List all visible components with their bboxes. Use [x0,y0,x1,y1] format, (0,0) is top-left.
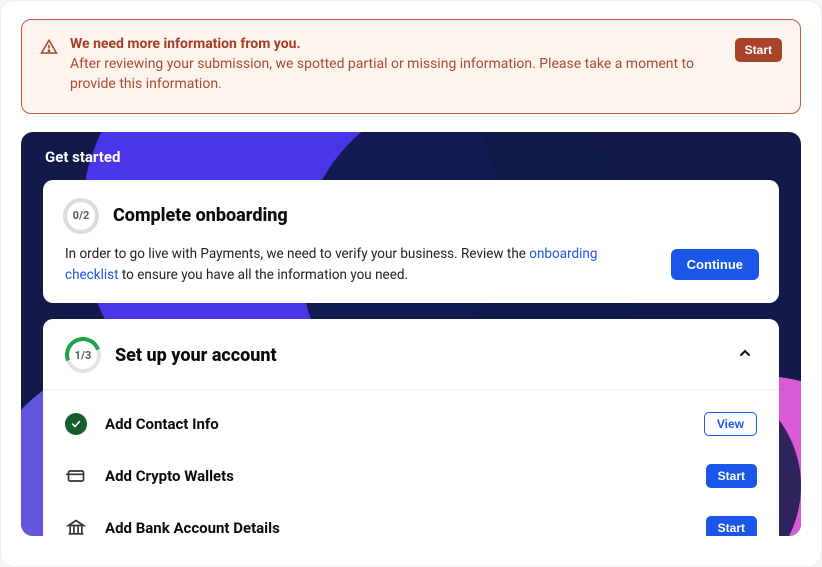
card-icon [65,465,87,487]
view-button[interactable]: View [704,412,757,436]
setup-card-header: 1/3 Set up your account [43,319,779,390]
onboarding-card-header: 0/2 Complete onboarding [63,198,759,234]
onboarding-card: 0/2 Complete onboarding In order to go l… [43,180,779,304]
setup-title: Set up your account [115,345,719,366]
setup-progress-text: 1/3 [75,349,92,362]
step-contact-info: Add Contact Info View [65,398,757,450]
start-button-crypto[interactable]: Start [706,464,757,488]
step-crypto-wallets: Add Crypto Wallets Start [65,450,757,502]
bank-icon [65,517,87,535]
onboarding-description: In order to go live with Payments, we ne… [63,244,653,286]
panel-title: Get started [45,148,779,166]
alert-banner: We need more information from you. After… [21,19,801,114]
warning-icon [40,38,58,60]
setup-step-list: Add Contact Info View Add Crypto Wallets… [43,390,779,535]
start-button-bank[interactable]: Start [706,516,757,535]
onboarding-desc-after: to ensure you have all the information y… [119,267,409,283]
alert-start-button[interactable]: Start [735,38,782,62]
onboarding-progress-ring: 0/2 [63,198,99,234]
check-icon [65,413,87,435]
chevron-up-icon[interactable] [733,341,757,369]
step-label: Add Contact Info [105,415,686,433]
alert-title: We need more information from you. [70,36,723,52]
setup-progress-ring: 1/3 [65,337,101,373]
alert-body: We need more information from you. After… [70,36,723,95]
onboarding-row: In order to go live with Payments, we ne… [63,244,759,286]
step-bank-account: Add Bank Account Details Start [65,502,757,535]
continue-button[interactable]: Continue [671,249,759,280]
setup-account-card: 1/3 Set up your account Add Contact Info… [43,319,779,535]
alert-description: After reviewing your submission, we spot… [70,54,723,95]
page: We need more information from you. After… [0,0,822,567]
onboarding-desc-before: In order to go live with Payments, we ne… [65,246,529,262]
onboarding-progress-text: 0/2 [73,209,90,222]
onboarding-title: Complete onboarding [113,205,288,226]
get-started-panel: Get started 0/2 Complete onboarding In o… [21,132,801,536]
step-label: Add Bank Account Details [105,519,688,535]
step-label: Add Crypto Wallets [105,467,688,485]
